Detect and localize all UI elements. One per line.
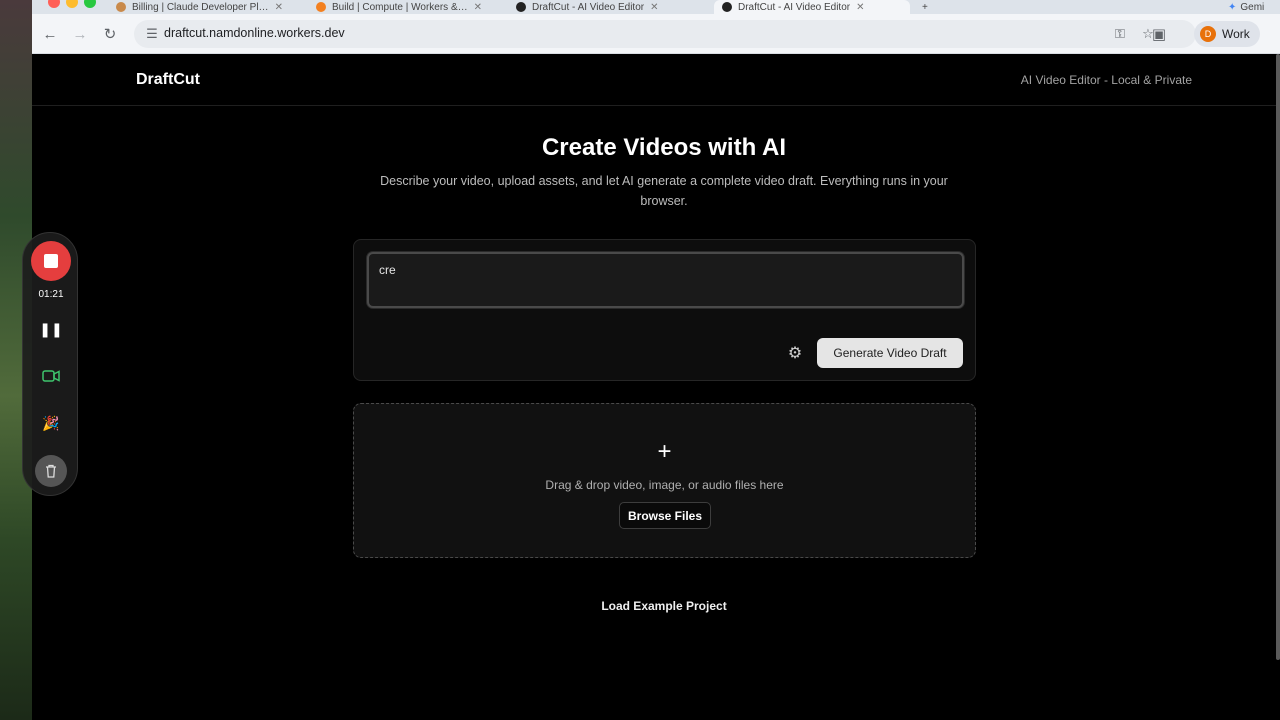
prompt-input[interactable]: cre — [367, 252, 964, 308]
reload-icon[interactable]: ↻ — [100, 24, 120, 44]
url-text[interactable]: draftcut.namdonline.workers.dev — [164, 26, 345, 40]
tab-draftcut-active[interactable]: DraftCut - AI Video Editor ✕ — [714, 0, 910, 14]
tab-label: DraftCut - AI Video Editor — [738, 1, 851, 13]
tagline: AI Video Editor - Local & Private — [1020, 73, 1192, 87]
gemini-label: Gemi — [1240, 1, 1265, 13]
stop-recording-button[interactable] — [31, 241, 71, 281]
plus-icon: + — [657, 438, 672, 465]
load-example-project-link[interactable]: Load Example Project — [32, 599, 1280, 613]
avatar: D — [1200, 26, 1216, 42]
draftcut-page: DraftCut AI Video Editor - Local & Priva… — [32, 54, 1276, 720]
forward-arrow-icon[interactable]: → — [70, 24, 90, 44]
tab-search-icon[interactable]: ▣ — [1149, 24, 1169, 44]
site-settings-icon[interactable]: ☰ — [144, 26, 160, 42]
back-arrow-icon[interactable]: ← — [40, 24, 60, 44]
close-tab-icon[interactable]: ✕ — [275, 2, 283, 13]
page-scrollbar[interactable] — [1276, 54, 1280, 660]
trash-icon[interactable] — [35, 455, 67, 487]
gemini-button[interactable]: ✦ Gemi — [1228, 0, 1280, 14]
draftcut-favicon-icon — [516, 2, 526, 12]
stop-icon — [44, 254, 58, 268]
maximize-window-icon[interactable] — [84, 0, 96, 8]
page-title: Create Videos with AI — [541, 134, 787, 161]
minimize-window-icon[interactable] — [66, 0, 78, 8]
claude-favicon-icon — [116, 2, 126, 12]
tab-workers[interactable]: Build | Compute | Workers &… ✕ — [316, 0, 506, 14]
page-subtitle: Describe your video, upload assets, and … — [380, 174, 948, 208]
brand-logo[interactable]: DraftCut — [136, 71, 200, 89]
top-nav: DraftCut AI Video Editor - Local & Priva… — [32, 54, 1276, 106]
address-bar[interactable]: ☰ draftcut.namdonline.workers.dev ⚿ ☆ — [134, 20, 1196, 48]
confetti-icon[interactable]: 🎉 — [41, 413, 61, 433]
tab-label: Billing | Claude Developer Pl… — [132, 1, 269, 13]
browse-files-button[interactable]: Browse Files — [619, 502, 711, 529]
gemini-sparkle-icon: ✦ — [1228, 1, 1237, 13]
prompt-card: cre ⚙ Generate Video Draft — [353, 239, 976, 381]
tab-label: DraftCut - AI Video Editor — [532, 1, 645, 13]
password-key-icon[interactable]: ⚿ — [1112, 26, 1128, 42]
tab-draftcut[interactable]: DraftCut - AI Video Editor ✕ — [516, 0, 706, 14]
new-tab-button[interactable]: + — [922, 0, 942, 14]
pause-icon[interactable]: ❚❚ — [39, 319, 62, 339]
profile-button[interactable]: D Work — [1194, 21, 1260, 47]
tab-label: Build | Compute | Workers &… — [332, 1, 468, 13]
profile-label: Work — [1222, 27, 1250, 41]
close-tab-icon[interactable]: ✕ — [856, 2, 864, 13]
close-tab-icon[interactable]: ✕ — [474, 2, 482, 13]
gear-icon[interactable]: ⚙ — [786, 344, 804, 362]
dropzone-text: Drag & drop video, image, or audio files… — [545, 478, 784, 492]
tab-strip: Billing | Claude Developer Pl… ✕ Build |… — [32, 0, 1280, 14]
browser-window: Billing | Claude Developer Pl… ✕ Build |… — [32, 0, 1280, 720]
recording-timer: 01:21 — [38, 289, 64, 300]
file-dropzone[interactable]: + Drag & drop video, image, or audio fil… — [353, 403, 976, 558]
close-window-icon[interactable] — [48, 0, 60, 8]
cloudflare-favicon-icon — [316, 2, 326, 12]
screen-recorder-widget: 01:21 ❚❚ 🎉 — [22, 232, 78, 496]
generate-video-draft-button[interactable]: Generate Video Draft — [817, 338, 963, 368]
tab-billing[interactable]: Billing | Claude Developer Pl… ✕ — [116, 0, 306, 14]
draftcut-favicon-icon — [722, 2, 732, 12]
close-tab-icon[interactable]: ✕ — [650, 2, 658, 13]
browser-toolbar: ← → ↻ ☰ draftcut.namdonline.workers.dev … — [32, 14, 1280, 54]
camera-icon[interactable] — [41, 366, 61, 386]
